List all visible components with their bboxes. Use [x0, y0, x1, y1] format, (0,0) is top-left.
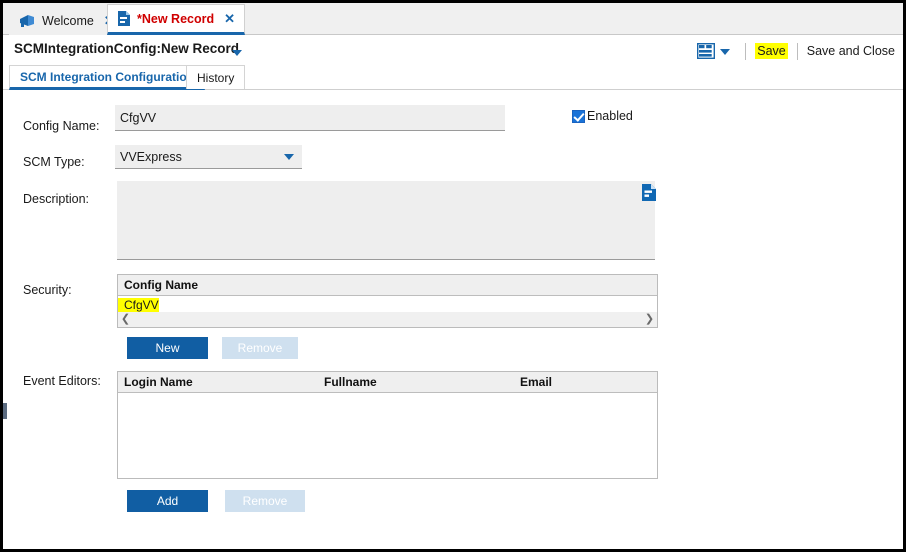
- chevron-left-icon[interactable]: ❮: [118, 312, 133, 327]
- event-editors-grid-header: Login Name Fullname Email: [118, 372, 657, 393]
- chevron-down-icon[interactable]: [232, 50, 242, 56]
- scrollbar-track[interactable]: [133, 312, 642, 327]
- tab-new-record[interactable]: *New Record ✕: [107, 4, 246, 35]
- security-row-config-name: CfgVV: [118, 298, 159, 312]
- security-new-button[interactable]: New: [127, 337, 208, 359]
- toolbar-separator: [796, 42, 798, 60]
- tab-scm-integration-configuration-label: SCM Integration Configuration: [20, 69, 194, 84]
- tab-strip: Welcome ✕ *New Record ✕: [3, 3, 903, 35]
- application-window: Welcome ✕ *New Record ✕ SCMIntegrationCo…: [0, 0, 906, 552]
- enabled-checkbox[interactable]: Enabled: [572, 109, 633, 123]
- scm-type-value: VVExpress: [120, 149, 182, 164]
- checkbox-checked-icon: [572, 109, 585, 123]
- description-textarea[interactable]: [117, 181, 655, 260]
- sub-tab-bar: SCM Integration Configuration History: [3, 65, 903, 90]
- event-editors-grid: Login Name Fullname Email: [117, 371, 658, 479]
- chevron-down-icon[interactable]: [720, 49, 731, 55]
- event-editors-remove-button[interactable]: Remove: [225, 490, 305, 512]
- event-editors-add-button[interactable]: Add: [127, 490, 208, 512]
- document-note-icon[interactable]: [641, 183, 657, 202]
- layout-button[interactable]: [697, 43, 736, 59]
- event-editors-label: Event Editors:: [23, 374, 101, 388]
- security-column-config-name: Config Name: [124, 278, 199, 292]
- tab-history[interactable]: History: [186, 65, 246, 89]
- security-label: Security:: [23, 283, 72, 297]
- left-edge-marker: [3, 403, 7, 419]
- page-title: SCMIntegrationConfig:New Record: [14, 41, 239, 56]
- toolbar-separator: [745, 42, 747, 60]
- security-grid-header: Config Name: [118, 275, 657, 296]
- document-icon: [117, 10, 131, 27]
- tab-new-record-label: *New Record: [137, 11, 215, 26]
- enabled-checkbox-label: Enabled: [587, 109, 633, 123]
- close-icon[interactable]: ✕: [224, 12, 235, 25]
- save-button[interactable]: Save: [755, 43, 788, 59]
- security-grid: Config Name CfgVV ❮ ❯: [117, 274, 658, 328]
- config-name-input[interactable]: [115, 105, 505, 131]
- security-remove-button[interactable]: Remove: [222, 337, 298, 359]
- scm-type-label: SCM Type:: [23, 155, 85, 169]
- security-horizontal-scrollbar[interactable]: ❮ ❯: [118, 312, 657, 327]
- description-label: Description:: [23, 192, 89, 206]
- config-name-label: Config Name:: [23, 119, 100, 133]
- form-area: Config Name: Enabled SCM Type: VVExpress…: [3, 93, 903, 549]
- chevron-right-icon[interactable]: ❯: [642, 312, 657, 327]
- tab-history-label: History: [197, 70, 235, 85]
- tab-scm-integration-configuration[interactable]: SCM Integration Configuration: [9, 65, 205, 90]
- chevron-down-icon: [284, 154, 294, 160]
- megaphone-icon: [19, 14, 36, 28]
- toolbar: Save Save and Close: [697, 40, 895, 62]
- event-editors-column-login-name: Login Name: [124, 375, 193, 389]
- tab-welcome-label: Welcome: [42, 13, 94, 28]
- event-editors-column-email: Email: [520, 375, 553, 389]
- save-and-close-button[interactable]: Save and Close: [807, 44, 895, 58]
- scm-type-select[interactable]: VVExpress: [115, 145, 302, 169]
- header-bar: SCMIntegrationConfig:New Record Save Sav…: [3, 35, 903, 65]
- grid-layout-icon: [697, 43, 716, 59]
- event-editors-column-fullname: Fullname: [324, 375, 377, 389]
